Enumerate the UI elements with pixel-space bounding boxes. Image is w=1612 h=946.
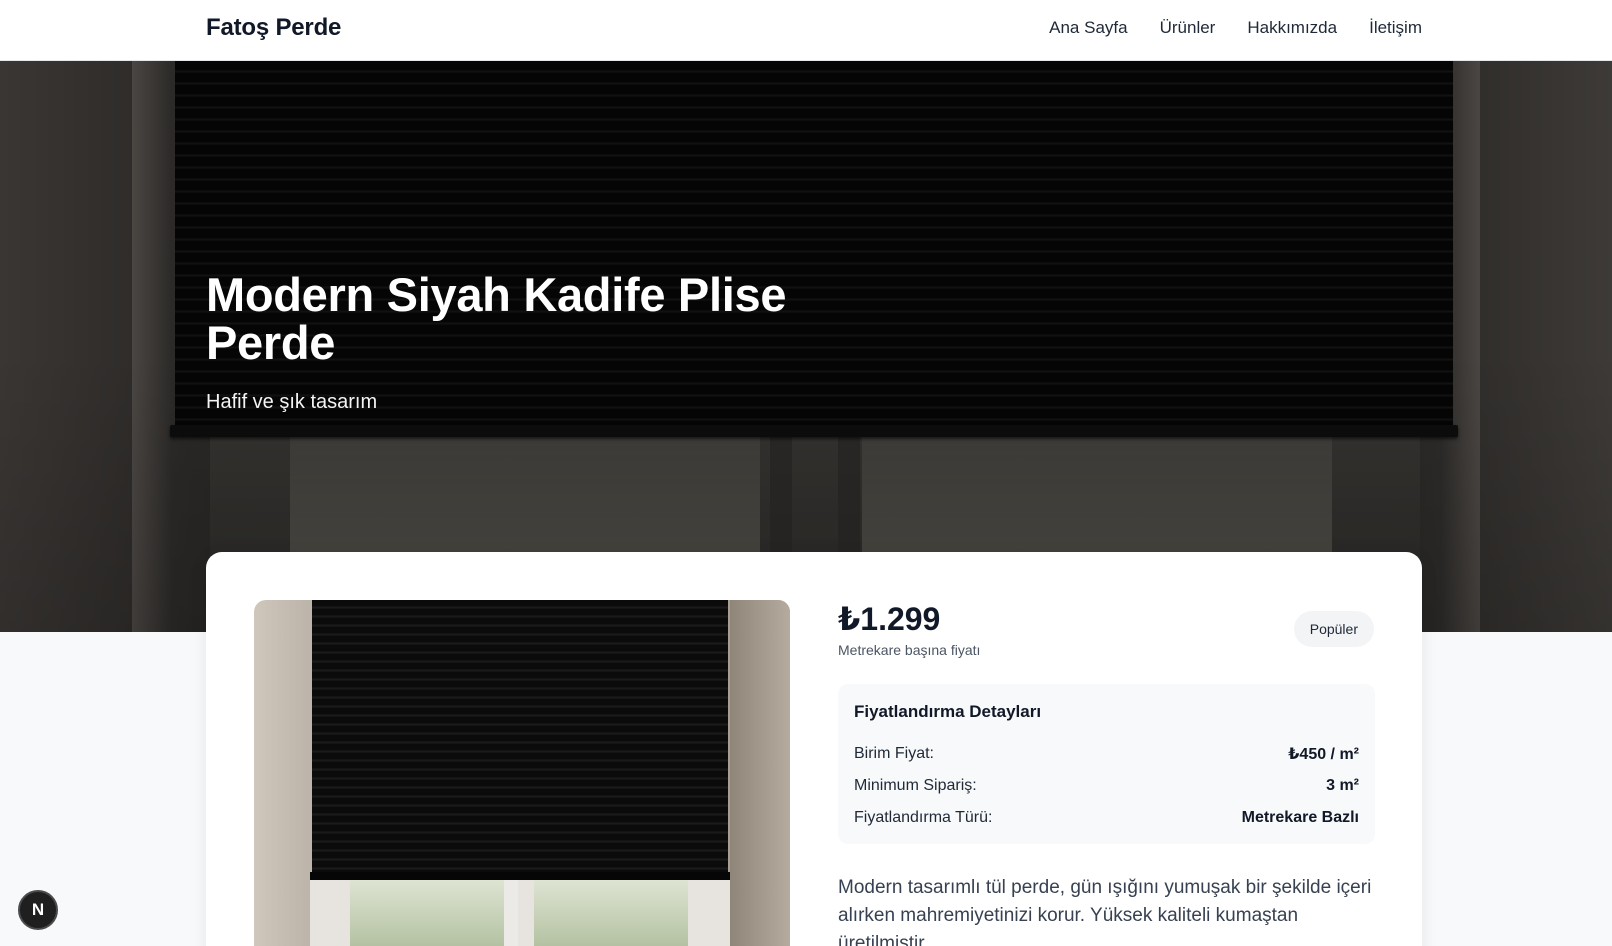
pricing-row-pricing-type: Fiyatlandırma Türü: Metrekare Bazlı <box>854 802 1359 834</box>
product-image-window-glass <box>350 878 504 946</box>
pricing-row-value: 3 m² <box>1326 777 1359 794</box>
product-price: ₺1.299 <box>838 601 941 637</box>
product-card: ₺1.299 Metrekare başına fiyatı Popüler F… <box>206 552 1422 946</box>
product-image-blind <box>312 600 728 878</box>
pricing-row-value: ₺450 / m² <box>1288 746 1359 763</box>
pricing-details-title: Fiyatlandırma Detayları <box>854 702 1042 721</box>
hero-title: Modern Siyah Kadife Plise Perde <box>206 268 787 369</box>
main-nav: Ana Sayfa Ürünler Hakkımızda İletişim <box>1049 18 1422 38</box>
product-description: Modern tasarımlı tül perde, gün ışığını … <box>838 877 1372 946</box>
popular-badge: Popüler <box>1293 611 1374 647</box>
pricing-row-label: Fiyatlandırma Türü: <box>854 809 993 826</box>
nav-link-home[interactable]: Ana Sayfa <box>1049 18 1127 38</box>
pricing-row-min-order: Minimum Sipariş: 3 m² <box>854 770 1359 802</box>
pricing-details-box: Fiyatlandırma Detayları Birim Fiyat: ₺45… <box>838 684 1375 844</box>
product-image-blind-rail <box>310 872 730 880</box>
nav-link-about[interactable]: Hakkımızda <box>1247 18 1337 38</box>
nav-link-products[interactable]: Ürünler <box>1160 18 1216 38</box>
nav-link-contact[interactable]: İletişim <box>1369 18 1422 38</box>
nextjs-dev-indicator-button[interactable]: N <box>18 890 58 930</box>
pricing-row-value: Metrekare Bazlı <box>1241 809 1359 826</box>
pricing-row-unit-price: Birim Fiyat: ₺450 / m² <box>854 738 1359 770</box>
hero-subtitle: Hafif ve şık tasarım <box>206 391 378 413</box>
pricing-row-label: Minimum Sipariş: <box>854 777 977 794</box>
site-header: Fatoş Perde Ana Sayfa Ürünler Hakkımızda… <box>0 0 1612 61</box>
product-image[interactable] <box>254 600 790 946</box>
price-note: Metrekare başına fiyatı <box>838 642 981 658</box>
product-image-wall <box>730 600 790 946</box>
hero-banner: Modern Siyah Kadife Plise Perde Hafif ve… <box>0 61 1612 632</box>
brand-logo[interactable]: Fatoş Perde <box>206 14 341 42</box>
product-image-window-glass <box>534 878 688 946</box>
product-image-window-mullion <box>504 878 518 946</box>
pricing-row-label: Birim Fiyat: <box>854 745 934 762</box>
